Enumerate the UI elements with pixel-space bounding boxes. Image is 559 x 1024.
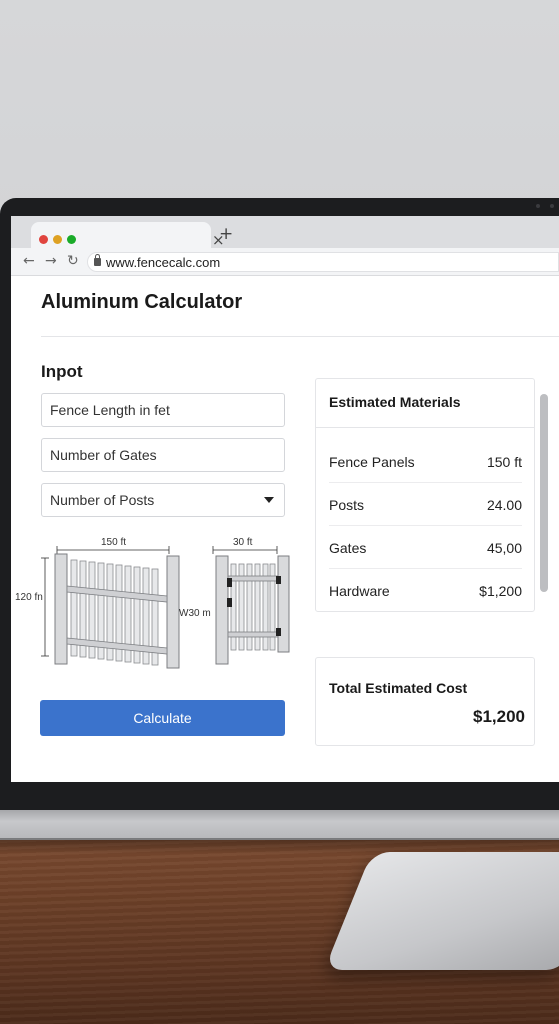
- material-row-fence-panels: Fence Panels 150 ft: [329, 440, 522, 483]
- close-window-dot[interactable]: [39, 235, 48, 244]
- fence-height-label: 120 fn: [15, 592, 43, 603]
- materials-scrollbar[interactable]: [540, 394, 548, 592]
- posts-select[interactable]: Number of Posts: [41, 483, 285, 517]
- total-cost-card: Total Estimated Cost $1,200: [315, 657, 535, 746]
- materials-card-title: Estimated Materials: [329, 394, 461, 410]
- fence-width-label: 150 ft: [101, 537, 126, 548]
- material-label: Posts: [329, 497, 365, 513]
- gate-height-label: W30 m: [179, 608, 211, 619]
- fence-panel-illustration: [41, 546, 290, 669]
- total-cost-label: Total Estimated Cost: [329, 680, 468, 696]
- back-arrow-icon[interactable]: ←: [23, 253, 35, 269]
- address-bar[interactable]: www.fencecalc.com: [87, 252, 559, 272]
- tab-bar: × +: [11, 216, 559, 248]
- lock-icon: [94, 254, 101, 266]
- maximize-window-dot[interactable]: [67, 235, 76, 244]
- page-title: Aluminum Calculator: [41, 291, 243, 313]
- input-section-title: Inpot: [41, 362, 83, 381]
- sensor-dot: [550, 204, 554, 208]
- gates-input[interactable]: [41, 438, 285, 472]
- material-value: 150 ft: [486, 454, 522, 470]
- camera-dot: [536, 204, 540, 208]
- fence-length-input[interactable]: [41, 393, 285, 427]
- new-tab-icon[interactable]: +: [219, 225, 233, 243]
- browser-tab[interactable]: ×: [31, 222, 225, 248]
- material-row-posts: Posts 24.00: [329, 483, 522, 526]
- total-cost-value: $1,200: [473, 707, 525, 726]
- forward-arrow-icon[interactable]: →: [45, 253, 57, 269]
- material-row-hardware: Hardware $1,200: [329, 569, 522, 612]
- chevron-down-icon: [264, 497, 274, 503]
- header-divider: [41, 336, 559, 337]
- material-row-gates: Gates 45,00: [329, 526, 522, 569]
- material-label: Hardware: [329, 583, 390, 599]
- materials-card-divider: [316, 427, 534, 428]
- material-value: $1,200: [479, 583, 522, 599]
- material-label: Gates: [329, 540, 367, 556]
- address-bar-url: www.fencecalc.com: [106, 255, 221, 270]
- minimize-window-dot[interactable]: [53, 235, 62, 244]
- material-value: 45,00: [486, 540, 522, 556]
- browser-window: × + ← → ↻ www.fencecalc.com Aluminum Cal…: [11, 216, 559, 782]
- material-value: 24.00: [486, 497, 522, 513]
- browser-toolbar: ← → ↻ www.fencecalc.com: [11, 248, 559, 276]
- gate-width-label: 30 ft: [233, 537, 253, 548]
- reload-icon[interactable]: ↻: [67, 253, 79, 269]
- material-label: Fence Panels: [329, 454, 415, 470]
- calculate-button[interactable]: Calculate: [40, 700, 285, 736]
- posts-select-label: Number of Posts: [50, 492, 155, 508]
- estimated-materials-card: Estimated Materials Fence Panels 150 ft …: [315, 378, 535, 612]
- fence-diagram: 150 ft 120 fn 30 ft W30 m: [15, 537, 290, 669]
